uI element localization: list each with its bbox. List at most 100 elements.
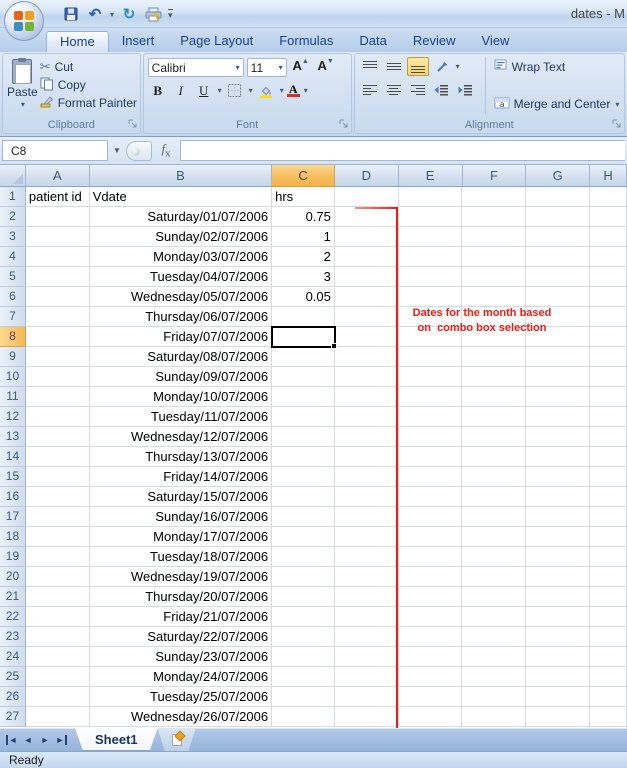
cell-G17[interactable] (526, 507, 591, 527)
cell-E24[interactable] (398, 647, 463, 667)
cell-G2[interactable] (526, 207, 591, 227)
cell-A19[interactable] (25, 547, 90, 567)
cell-H7[interactable] (590, 307, 627, 327)
cell-H3[interactable] (590, 227, 627, 247)
font-color-button[interactable]: A (286, 83, 300, 97)
font-name-combo[interactable]: Calibri ▾ (147, 58, 244, 77)
cell-C16[interactable] (272, 487, 335, 507)
row-header-4[interactable]: 4 (0, 247, 26, 267)
row-header-19[interactable]: 19 (0, 547, 26, 567)
cell-E20[interactable] (398, 567, 463, 587)
cell-H16[interactable] (590, 487, 627, 507)
middle-align-button[interactable] (383, 57, 405, 76)
office-button[interactable] (4, 1, 44, 41)
cell-A26[interactable] (25, 687, 90, 707)
row-header-7[interactable]: 7 (0, 307, 26, 327)
column-header-g[interactable]: G (526, 165, 591, 187)
cell-G13[interactable] (526, 427, 591, 447)
cell-H25[interactable] (590, 667, 627, 687)
undo-icon[interactable]: ↶ (86, 5, 104, 23)
tab-home[interactable]: Home (46, 31, 109, 52)
cell-E22[interactable] (398, 607, 463, 627)
cell-C9[interactable] (272, 347, 335, 367)
row-header-13[interactable]: 13 (0, 427, 26, 447)
cell-D14[interactable] (334, 447, 399, 467)
cell-E26[interactable] (398, 687, 463, 707)
row-header-18[interactable]: 18 (0, 527, 26, 547)
cell-H1[interactable] (590, 187, 627, 207)
column-header-a[interactable]: A (25, 165, 90, 187)
cell-F22[interactable] (462, 607, 527, 627)
column-header-d[interactable]: D (334, 165, 399, 187)
cell-G11[interactable] (526, 387, 591, 407)
cell-G9[interactable] (526, 347, 591, 367)
row-header-5[interactable]: 5 (0, 267, 26, 287)
underline-button[interactable]: U (194, 81, 214, 100)
cell-C25[interactable] (272, 667, 335, 687)
cell-H20[interactable] (590, 567, 627, 587)
cell-G4[interactable] (526, 247, 591, 267)
cell-A15[interactable] (25, 467, 90, 487)
cell-D16[interactable] (334, 487, 399, 507)
cell-D2[interactable] (334, 207, 399, 227)
cell-D4[interactable] (334, 247, 399, 267)
cell-C23[interactable] (272, 627, 335, 647)
previous-sheet-icon[interactable]: ◄ (21, 735, 35, 745)
cell-G27[interactable] (526, 707, 591, 727)
row-header-22[interactable]: 22 (0, 607, 26, 627)
cell-B5[interactable]: Tuesday/04/07/2006 (89, 267, 273, 287)
italic-button[interactable]: I (171, 81, 191, 100)
row-header-12[interactable]: 12 (0, 407, 26, 427)
cell-B1[interactable]: Vdate (89, 187, 273, 207)
cell-G21[interactable] (526, 587, 591, 607)
cell-G26[interactable] (526, 687, 591, 707)
cell-F27[interactable] (462, 707, 527, 727)
cell-D3[interactable] (334, 227, 399, 247)
cell-D17[interactable] (334, 507, 399, 527)
cell-B10[interactable]: Sunday/09/07/2006 (89, 367, 273, 387)
cell-A6[interactable] (25, 287, 90, 307)
cell-E27[interactable] (398, 707, 463, 727)
cell-A25[interactable] (25, 667, 90, 687)
cell-C5[interactable]: 3 (272, 267, 335, 287)
cell-E16[interactable] (398, 487, 463, 507)
column-header-h[interactable]: H (590, 165, 627, 187)
select-all-corner[interactable] (0, 165, 26, 187)
cell-B22[interactable]: Friday/21/07/2006 (89, 607, 273, 627)
cell-E5[interactable] (398, 267, 463, 287)
row-header-6[interactable]: 6 (0, 287, 26, 307)
row-header-10[interactable]: 10 (0, 367, 26, 387)
cell-D7[interactable] (334, 307, 399, 327)
cell-C7[interactable] (272, 307, 335, 327)
sheet-tab-sheet1[interactable]: Sheet1 (75, 728, 158, 751)
cell-D22[interactable] (334, 607, 399, 627)
cell-F17[interactable] (462, 507, 527, 527)
cell-F10[interactable] (462, 367, 527, 387)
cell-G5[interactable] (526, 267, 591, 287)
name-box-dropdown-icon[interactable]: ▼ (110, 146, 124, 155)
cell-A18[interactable] (25, 527, 90, 547)
cell-G10[interactable] (526, 367, 591, 387)
cell-E1[interactable] (398, 187, 463, 207)
cell-H21[interactable] (590, 587, 627, 607)
orientation-button[interactable] (431, 57, 453, 76)
cell-C14[interactable] (272, 447, 335, 467)
cell-E2[interactable] (398, 207, 463, 227)
cell-C1[interactable]: hrs (272, 187, 335, 207)
cell-B14[interactable]: Thursday/13/07/2006 (89, 447, 273, 467)
center-button[interactable] (383, 80, 405, 99)
borders-dropdown-icon[interactable]: ▾ (249, 86, 253, 95)
cell-C2[interactable]: 0.75 (272, 207, 335, 227)
cell-F6[interactable] (462, 287, 527, 307)
cell-D18[interactable] (334, 527, 399, 547)
row-header-15[interactable]: 15 (0, 467, 26, 487)
cell-H11[interactable] (590, 387, 627, 407)
column-header-c[interactable]: C (272, 165, 335, 187)
fill-color-button[interactable] (256, 81, 276, 100)
cell-H14[interactable] (590, 447, 627, 467)
cell-H8[interactable] (590, 327, 627, 347)
cell-F4[interactable] (462, 247, 527, 267)
cell-E3[interactable] (398, 227, 463, 247)
cell-E14[interactable] (398, 447, 463, 467)
row-header-9[interactable]: 9 (0, 347, 26, 367)
